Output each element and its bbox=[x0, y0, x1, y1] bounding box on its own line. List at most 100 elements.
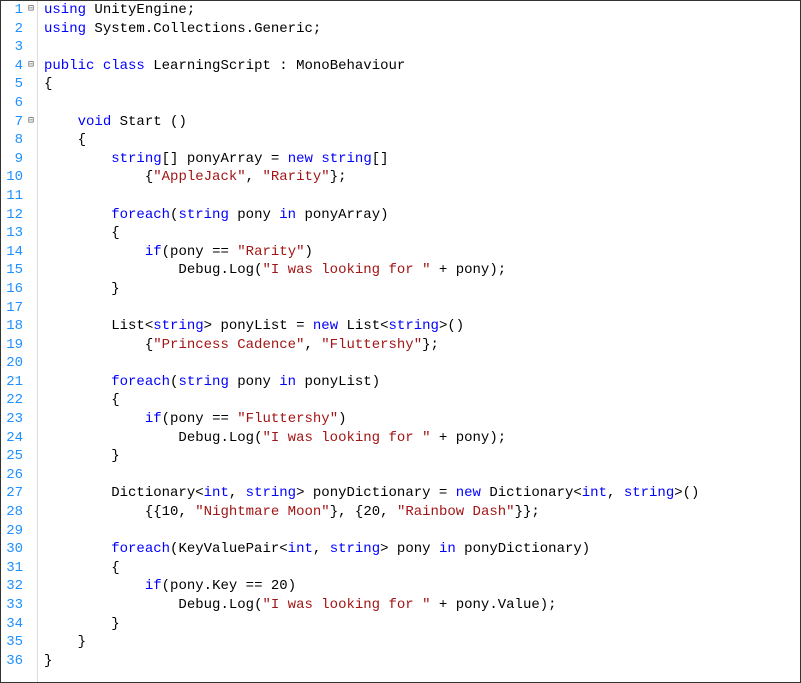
token-punct: . bbox=[220, 430, 228, 446]
line-number: 28 bbox=[1, 503, 25, 522]
gutter-row: 25 bbox=[1, 447, 37, 466]
token-punct: ) bbox=[305, 244, 313, 260]
fold-toggle-icon[interactable]: ⊟ bbox=[25, 1, 37, 20]
token-plain bbox=[279, 151, 287, 167]
code-line[interactable] bbox=[44, 466, 800, 485]
token-punct: < bbox=[195, 485, 203, 501]
code-line[interactable]: } bbox=[44, 280, 800, 299]
token-punct: { bbox=[145, 337, 153, 353]
token-plain: pony bbox=[447, 262, 489, 278]
token-punct: . bbox=[220, 597, 228, 613]
gutter-row: 33 bbox=[1, 596, 37, 615]
code-line[interactable]: public class LearningScript : MonoBehavi… bbox=[44, 57, 800, 76]
token-punct: { bbox=[145, 169, 153, 185]
line-number: 33 bbox=[1, 596, 25, 615]
token-punct: } bbox=[111, 616, 119, 632]
token-kw: foreach bbox=[111, 541, 170, 557]
token-plain: pony bbox=[447, 430, 489, 446]
token-punct: < bbox=[573, 485, 581, 501]
code-line[interactable]: { bbox=[44, 75, 800, 94]
code-line[interactable]: void Start () bbox=[44, 113, 800, 132]
token-punct: } bbox=[44, 653, 52, 669]
token-kw: string bbox=[389, 318, 439, 334]
gutter-row: 22 bbox=[1, 391, 37, 410]
line-number: 34 bbox=[1, 615, 25, 634]
token-str: "I was looking for " bbox=[262, 430, 430, 446]
code-line[interactable]: { bbox=[44, 224, 800, 243]
code-line[interactable]: foreach(string pony in ponyList) bbox=[44, 373, 800, 392]
code-line[interactable]: string[] ponyArray = new string[] bbox=[44, 150, 800, 169]
code-line[interactable]: { bbox=[44, 559, 800, 578]
code-line[interactable]: Dictionary<int, string> ponyDictionary =… bbox=[44, 484, 800, 503]
token-plain: 20 bbox=[262, 578, 287, 594]
code-editor[interactable]: 1⊟234⊟567⊟891011121314151617181920212223… bbox=[1, 1, 800, 682]
code-line[interactable]: Debug.Log("I was looking for " + pony); bbox=[44, 261, 800, 280]
token-punct: { bbox=[111, 225, 119, 241]
token-plain bbox=[44, 225, 111, 241]
token-plain bbox=[288, 58, 296, 74]
code-line[interactable]: if(pony == "Rarity") bbox=[44, 243, 800, 262]
token-plain: pony bbox=[447, 597, 489, 613]
code-line[interactable]: foreach(KeyValuePair<int, string> pony i… bbox=[44, 540, 800, 559]
gutter-row: 29 bbox=[1, 522, 37, 541]
code-line[interactable]: if(pony.Key == 20) bbox=[44, 577, 800, 596]
token-cls: Generic bbox=[254, 21, 313, 37]
token-cls: System bbox=[94, 21, 144, 37]
code-area[interactable]: using UnityEngine;using System.Collectio… bbox=[38, 1, 800, 682]
token-kw: using bbox=[44, 2, 86, 18]
code-line[interactable]: } bbox=[44, 615, 800, 634]
token-plain bbox=[431, 430, 439, 446]
token-punct: . bbox=[204, 578, 212, 594]
code-line[interactable] bbox=[44, 38, 800, 57]
line-number: 11 bbox=[1, 187, 25, 206]
token-punct: ; bbox=[313, 21, 321, 37]
token-punct: [] bbox=[372, 151, 389, 167]
code-line[interactable]: {"AppleJack", "Rarity"}; bbox=[44, 168, 800, 187]
token-punct: , bbox=[229, 485, 237, 501]
code-line[interactable]: {{10, "Nightmare Moon"}, {20, "Rainbow D… bbox=[44, 503, 800, 522]
code-line[interactable] bbox=[44, 299, 800, 318]
token-plain bbox=[44, 392, 111, 408]
code-line[interactable]: using UnityEngine; bbox=[44, 1, 800, 20]
token-plain: Value bbox=[498, 597, 540, 613]
code-line[interactable] bbox=[44, 354, 800, 373]
code-line[interactable] bbox=[44, 187, 800, 206]
token-punct: }, bbox=[330, 504, 347, 520]
token-plain bbox=[44, 560, 111, 576]
code-line[interactable]: { bbox=[44, 391, 800, 410]
code-line[interactable]: Debug.Log("I was looking for " + pony); bbox=[44, 429, 800, 448]
token-str: "I was looking for " bbox=[262, 597, 430, 613]
token-plain bbox=[338, 318, 346, 334]
token-kw: string bbox=[321, 151, 371, 167]
code-line[interactable]: foreach(string pony in ponyArray) bbox=[44, 206, 800, 225]
line-number: 19 bbox=[1, 336, 25, 355]
token-plain bbox=[44, 597, 178, 613]
code-line[interactable]: {"Princess Cadence", "Fluttershy"}; bbox=[44, 336, 800, 355]
code-line[interactable] bbox=[44, 522, 800, 541]
token-str: "Fluttershy" bbox=[237, 411, 338, 427]
gutter-row: 27 bbox=[1, 484, 37, 503]
code-line[interactable] bbox=[44, 94, 800, 113]
code-line[interactable]: } bbox=[44, 447, 800, 466]
token-kw: string bbox=[624, 485, 674, 501]
token-plain: pony bbox=[170, 411, 212, 427]
token-punct: ); bbox=[540, 597, 557, 613]
token-punct: . bbox=[220, 262, 228, 278]
token-punct: { bbox=[78, 132, 86, 148]
code-line[interactable]: Debug.Log("I was looking for " + pony.Va… bbox=[44, 596, 800, 615]
token-cls: UnityEngine bbox=[94, 2, 186, 18]
line-number: 25 bbox=[1, 447, 25, 466]
code-line[interactable]: if(pony == "Fluttershy") bbox=[44, 410, 800, 429]
code-line[interactable]: } bbox=[44, 633, 800, 652]
code-line[interactable]: using System.Collections.Generic; bbox=[44, 20, 800, 39]
fold-toggle-icon[interactable]: ⊟ bbox=[25, 57, 37, 76]
token-punct: < bbox=[279, 541, 287, 557]
token-punct: ) bbox=[288, 578, 296, 594]
code-line[interactable]: List<string> ponyList = new List<string>… bbox=[44, 317, 800, 336]
token-cls: LearningScript bbox=[153, 58, 271, 74]
line-number: 23 bbox=[1, 410, 25, 429]
gutter-row: 1⊟ bbox=[1, 1, 37, 20]
code-line[interactable]: { bbox=[44, 131, 800, 150]
code-line[interactable]: } bbox=[44, 652, 800, 671]
fold-toggle-icon[interactable]: ⊟ bbox=[25, 113, 37, 132]
